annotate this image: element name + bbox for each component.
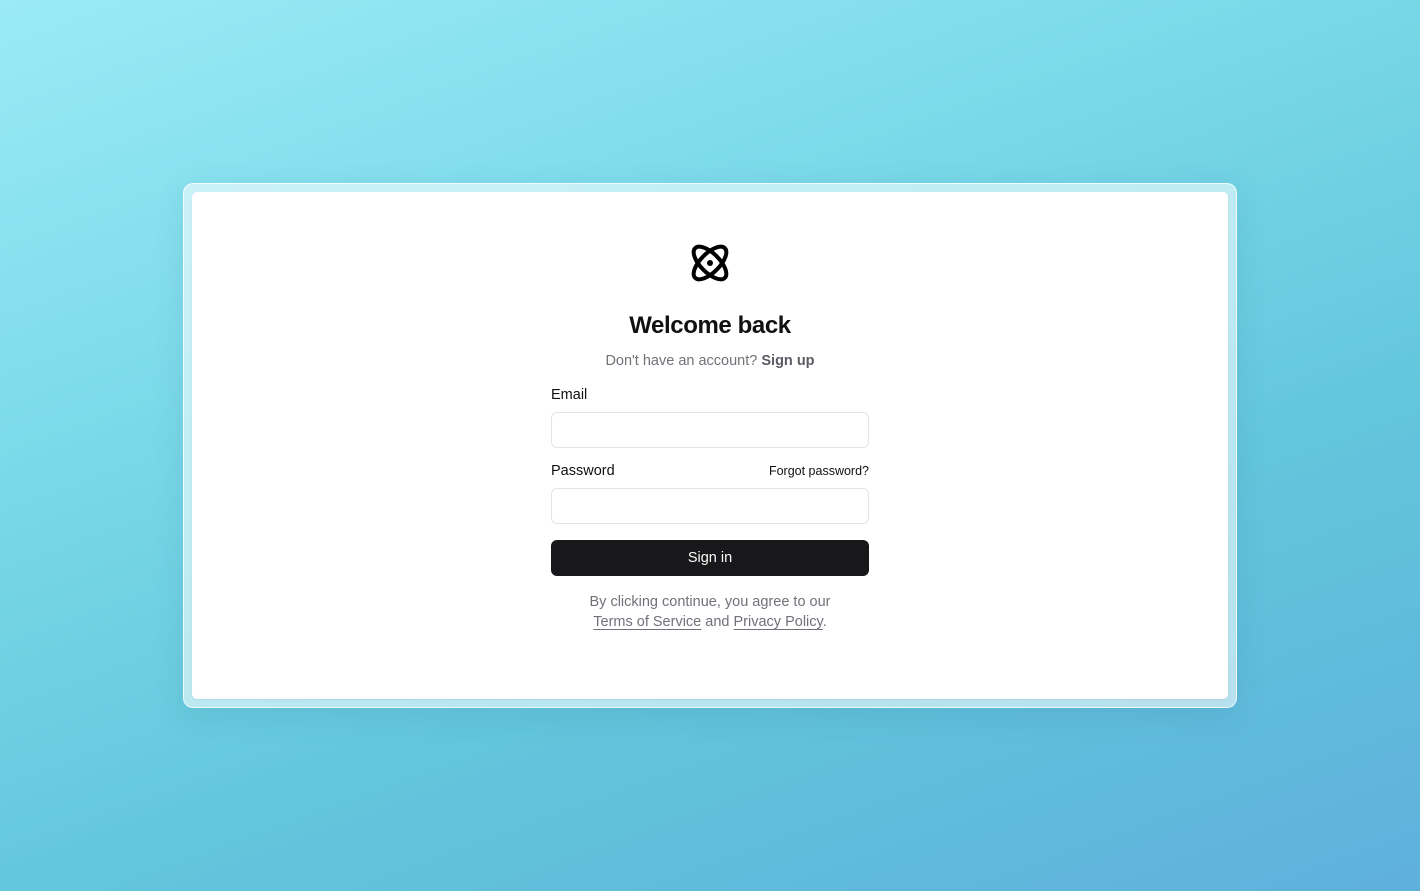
sign-in-button[interactable]: Sign in: [551, 540, 869, 576]
atom-icon: [691, 244, 729, 282]
legal-period: .: [822, 614, 827, 630]
legal-and-text: and: [705, 614, 730, 630]
privacy-policy-link[interactable]: Privacy Policy: [734, 614, 823, 630]
forgot-password-link[interactable]: Forgot password?: [769, 464, 869, 478]
login-card: Welcome back Don't have an account? Sign…: [192, 192, 1228, 699]
terms-of-service-link[interactable]: Terms of Service: [593, 614, 701, 630]
email-label: Email: [551, 387, 588, 403]
page-title: Welcome back: [629, 312, 791, 339]
signup-prompt: Don't have an account? Sign up: [511, 353, 909, 369]
sign-up-link[interactable]: Sign up: [761, 353, 814, 369]
password-field[interactable]: [551, 488, 869, 524]
legal-notice: By clicking continue, you agree to our T…: [511, 592, 909, 632]
email-field[interactable]: [551, 412, 869, 448]
no-account-text: Don't have an account?: [605, 353, 758, 369]
legal-text: By clicking continue, you agree to our: [589, 594, 831, 610]
password-label: Password: [551, 463, 615, 479]
